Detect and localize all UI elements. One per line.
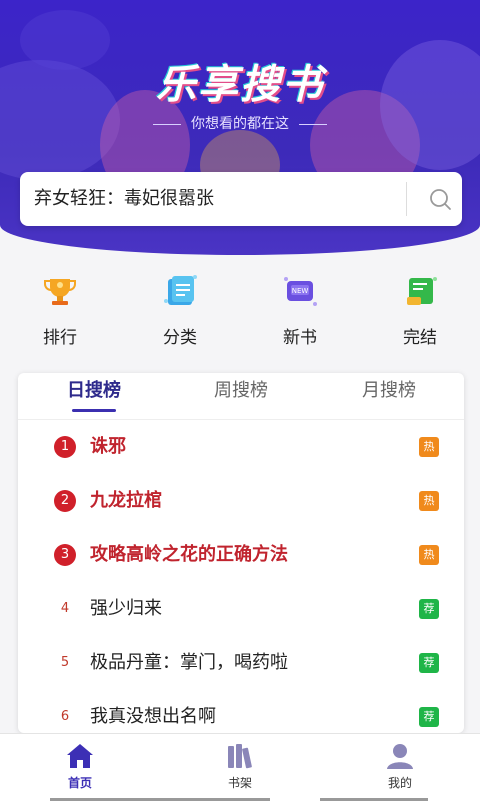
book-title: 九龙拉棺 <box>90 490 162 511</box>
rank-number: 3 <box>54 544 76 566</box>
hot-badge: 热 <box>419 437 439 457</box>
book-title: 诛邪 <box>90 436 126 457</box>
nav-bookshelf[interactable]: 书架 <box>160 734 320 801</box>
nav-label: 我的 <box>387 776 412 790</box>
category-label: 完结 <box>403 328 437 348</box>
book-title: 攻略高岭之花的正确方法 <box>90 544 288 565</box>
home-icon <box>67 744 93 768</box>
rank-number: 5 <box>60 655 70 670</box>
tab-label: 日搜榜 <box>67 380 121 401</box>
book-title: 我真没想出名啊 <box>90 706 216 727</box>
search-box[interactable]: 弃女轻狂：毒妃很嚣张 <box>20 172 462 226</box>
search-divider <box>406 182 407 216</box>
category-icon <box>164 275 197 305</box>
category-finished[interactable]: 完结 <box>360 265 480 348</box>
search-button[interactable] <box>420 180 460 218</box>
nav-label: 书架 <box>227 776 252 790</box>
trophy-icon <box>44 279 76 305</box>
ranking-row[interactable]: 2 九龙拉棺 热 <box>18 474 464 528</box>
ranking-card: 日搜榜 周搜榜 月搜榜 1 诛邪 热 2 九龙拉棺 热 3 攻略高岭之花的正确方… <box>18 373 464 733</box>
category-new[interactable]: NEW 新书 <box>240 265 360 348</box>
category-rank[interactable]: 排行 <box>0 265 120 348</box>
slogan: 你想看的都在这 <box>0 113 480 133</box>
hot-badge: 热 <box>419 545 439 565</box>
ranking-tabs: 日搜榜 周搜榜 月搜榜 <box>18 373 464 420</box>
rank-number: 4 <box>60 601 70 616</box>
ranking-row[interactable]: 3 攻略高岭之花的正确方法 热 <box>18 528 464 582</box>
rank-number: 2 <box>54 490 76 512</box>
search-input[interactable]: 弃女轻狂：毒妃很嚣张 <box>34 172 404 226</box>
tab-indicator <box>72 409 116 412</box>
ranking-row[interactable]: 5 极品丹童：掌门，喝药啦 荐 <box>18 636 464 690</box>
slogan-line <box>153 123 181 125</box>
tab-label: 月搜榜 <box>362 380 416 401</box>
nav-home[interactable]: 首页 <box>0 734 160 801</box>
category-grid: 排行 分类 NEW 新书 完结 <box>0 265 480 355</box>
search-icon <box>430 189 451 210</box>
nav-profile[interactable]: 我的 <box>320 734 480 801</box>
category-label: 排行 <box>43 328 77 348</box>
rank-number: 1 <box>54 436 76 458</box>
tab-label: 周搜榜 <box>214 380 268 401</box>
bookshelf-icon <box>228 744 252 769</box>
hot-badge: 热 <box>419 491 439 511</box>
nav-label: 首页 <box>67 776 92 790</box>
slogan-text: 你想看的都在这 <box>191 116 289 132</box>
rank-number: 6 <box>60 709 70 724</box>
category-label: 新书 <box>283 328 317 348</box>
recommend-badge: 荐 <box>419 707 439 727</box>
svg-text:NEW: NEW <box>292 287 309 295</box>
bottom-nav: 首页 书架 我的 <box>0 733 480 801</box>
tab-monthly[interactable]: 月搜榜 <box>329 373 449 419</box>
profile-icon <box>387 744 413 769</box>
finished-icon <box>407 277 437 305</box>
tab-weekly[interactable]: 周搜榜 <box>181 373 301 419</box>
book-title: 极品丹童：掌门，喝药啦 <box>90 652 288 673</box>
slogan-line <box>299 123 327 125</box>
category-class[interactable]: 分类 <box>120 265 240 348</box>
book-title: 强少归来 <box>90 598 162 619</box>
ranking-row[interactable]: 1 诛邪 热 <box>18 420 464 474</box>
category-label: 分类 <box>163 328 197 348</box>
app-logo: 乐享搜书 <box>156 62 324 108</box>
new-book-icon: NEW <box>284 277 317 306</box>
ranking-row[interactable]: 4 强少归来 荐 <box>18 582 464 636</box>
header-banner: 乐享搜书 你想看的都在这 弃女轻狂：毒妃很嚣张 <box>0 0 480 255</box>
ranking-row[interactable]: 6 我真没想出名啊 荐 <box>18 690 464 733</box>
tab-daily[interactable]: 日搜榜 <box>34 373 154 419</box>
recommend-badge: 荐 <box>419 653 439 673</box>
recommend-badge: 荐 <box>419 599 439 619</box>
